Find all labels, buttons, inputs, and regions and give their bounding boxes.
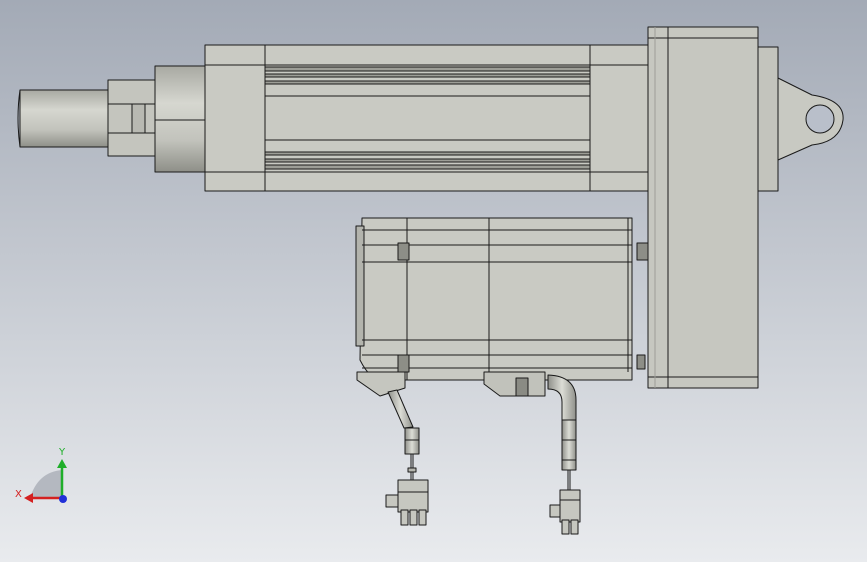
motor-body[interactable] — [355, 217, 649, 381]
gearbox-plate[interactable] — [647, 26, 759, 389]
piston-rod[interactable] — [17, 89, 109, 148]
front-end-cap[interactable] — [154, 65, 206, 173]
clevis-hole — [805, 104, 835, 134]
triad-z-axis-icon — [59, 495, 67, 503]
rod-nut[interactable] — [107, 79, 156, 157]
3d-model-viewport[interactable]: X Y — [0, 0, 867, 562]
main-tube-housing[interactable] — [204, 44, 651, 192]
triad-x-label: X — [15, 489, 22, 500]
triad-y-label: Y — [58, 447, 66, 458]
